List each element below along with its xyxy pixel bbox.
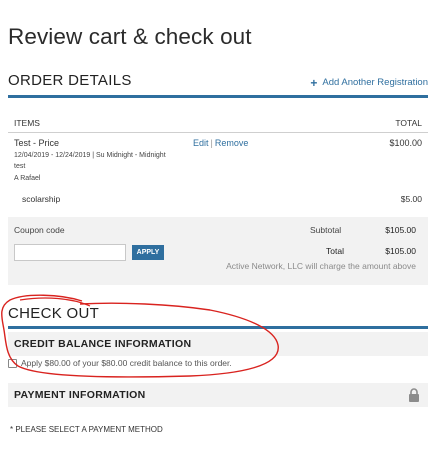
credit-balance-checkbox[interactable]: [8, 358, 17, 368]
remove-link[interactable]: Remove: [215, 138, 249, 148]
items-divider: [8, 132, 428, 133]
edit-link[interactable]: Edit: [193, 138, 209, 148]
payment-method-note: * PLEASE SELECT A PAYMENT METHOD: [10, 425, 163, 434]
credit-balance-heading: CREDIT BALANCE INFORMATION: [14, 338, 192, 350]
items-column-header: ITEMS: [14, 118, 40, 128]
item-actions: Edit | Remove: [193, 138, 248, 148]
payment-info-header: PAYMENT INFORMATION: [8, 383, 428, 407]
subtotal-label: Subtotal: [310, 225, 342, 235]
item-name: Test - Price: [14, 138, 60, 148]
coupon-label: Coupon code: [14, 225, 65, 235]
checkout-header: CHECK OUT: [8, 305, 428, 329]
subtotal-value: $105.00: [385, 225, 416, 235]
order-summary-panel: Coupon code APPLY Subtotal $105.00 Total…: [8, 217, 428, 285]
total-value: $105.00: [385, 246, 416, 256]
item-participant: A Rafael: [14, 175, 41, 182]
total-label: Total: [326, 246, 344, 256]
payment-info-heading: PAYMENT INFORMATION: [14, 389, 146, 401]
discount-amount: $5.00: [400, 194, 422, 204]
lock-icon: [409, 388, 419, 402]
coupon-input[interactable]: [14, 244, 126, 261]
total-column-header: TOTAL: [395, 118, 422, 128]
credit-balance-option[interactable]: Apply $80.00 of your $80.00 credit balan…: [8, 358, 232, 368]
page-title: Review cart & check out: [8, 24, 252, 49]
add-registration-link[interactable]: + Add Another Registration: [310, 75, 428, 90]
order-items-panel: ITEMS TOTAL Test - Price Edit | Remove $10…: [8, 110, 428, 217]
discount-label: scolarship: [22, 194, 61, 204]
item-dates: 12/04/2019 - 12/24/2019 | Su Midnight - …: [14, 152, 166, 159]
checkout-heading: CHECK OUT: [8, 305, 100, 322]
plus-icon: +: [310, 75, 318, 90]
item-detail: test: [14, 163, 26, 170]
apply-coupon-button[interactable]: APPLY: [132, 245, 164, 260]
credit-balance-text: Apply $80.00 of your $80.00 credit balan…: [21, 358, 232, 368]
item-price: $100.00: [389, 138, 422, 148]
charge-note: Active Network, LLC will charge the amou…: [226, 261, 416, 271]
order-details-header: ORDER DETAILS + Add Another Registration: [8, 72, 428, 98]
add-registration-label: Add Another Registration: [322, 77, 428, 88]
credit-balance-header: CREDIT BALANCE INFORMATION: [8, 332, 428, 356]
